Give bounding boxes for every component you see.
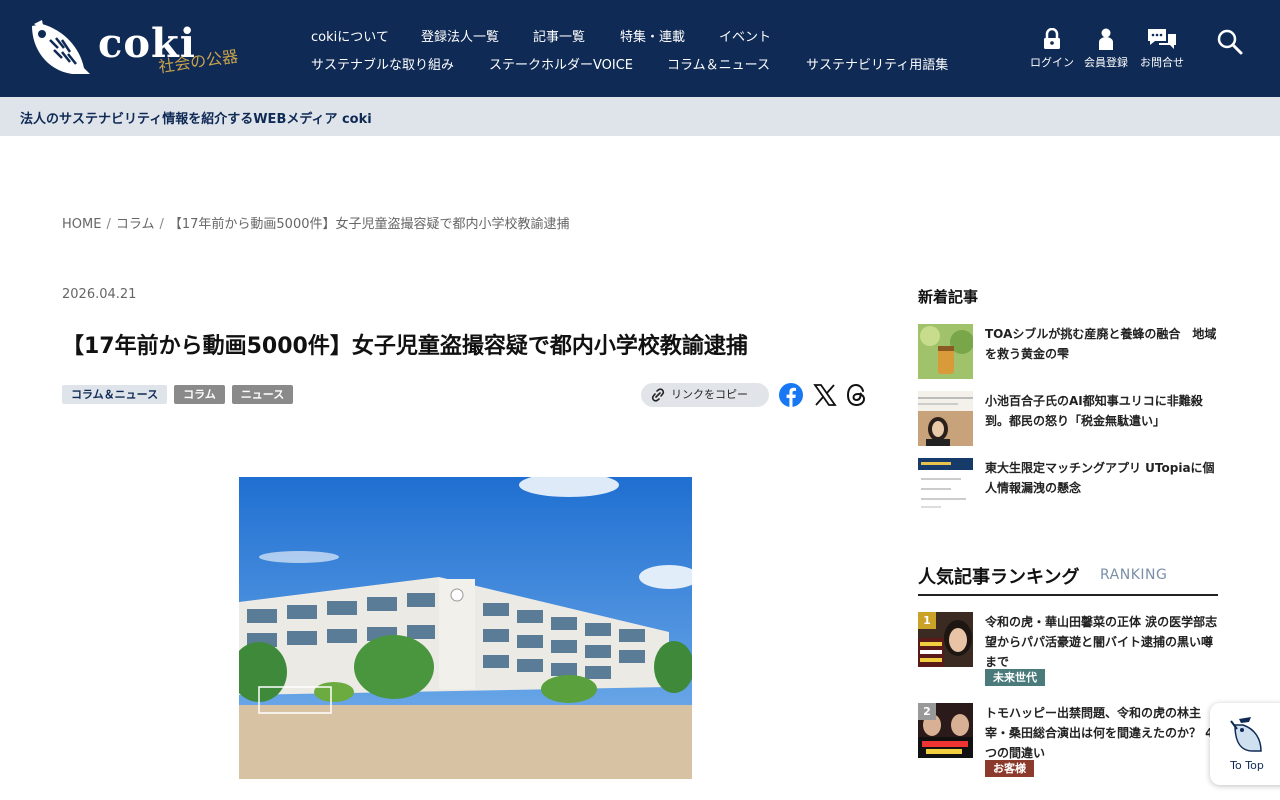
article-date: 2026.04.21: [62, 287, 137, 302]
nav-about[interactable]: cokiについて: [311, 26, 389, 45]
site-header: coki 社会の公器 cokiについて 登録法人一覧 記事一覧 特集・連載 イベ…: [0, 0, 1280, 97]
nav-stakeholder[interactable]: ステークホルダーVOICE: [489, 54, 633, 73]
new-articles-heading: 新着記事: [918, 288, 979, 306]
breadcrumb-separator: /: [159, 217, 164, 232]
category-badge[interactable]: お客様: [985, 760, 1034, 777]
copy-link-button[interactable]: リンクをコピー: [641, 383, 769, 407]
site-tagline: 法人のサステナビリティ情報を紹介するWEBメディア coki: [20, 112, 372, 127]
lock-icon: [1044, 28, 1060, 49]
tag-column-news[interactable]: コラム＆ニュース: [62, 385, 168, 404]
school-building-image: [239, 477, 692, 779]
nav-features[interactable]: 特集・連載: [620, 26, 685, 45]
breadcrumb-current: 【17年前から動画5000件】女子児童盗撮容疑で都内小学校教諭逮捕: [168, 217, 570, 232]
article-hero-image: [239, 477, 692, 779]
tag-news[interactable]: ニュース: [231, 385, 294, 404]
facebook-icon[interactable]: [779, 383, 803, 407]
new-article-title: TOAシブルが挑む産廃と養蜂の融合 地域を救う黄金の雫: [985, 327, 1217, 361]
contact-button[interactable]: お問合せ: [1132, 28, 1192, 70]
login-button[interactable]: ログイン: [1022, 28, 1082, 70]
breadcrumb: HOME / コラム / 【17年前から動画5000件】女子児童盗撮容疑で都内小学校教諭…: [62, 213, 570, 232]
threads-icon[interactable]: [845, 383, 869, 407]
new-article-title: 小池百合子氏のAI都知事ユリコに非難殺到。都民の怒り「税金無駄遣い」: [985, 394, 1203, 428]
owl-logo-icon: [32, 20, 90, 74]
x-icon[interactable]: [813, 383, 837, 407]
new-article-title: 東大生限定マッチングアプリ UTopiaに個人情報漏洩の懸念: [985, 461, 1215, 495]
user-icon: [1099, 28, 1113, 50]
search-icon: [1217, 29, 1243, 55]
article-tags: コラム＆ニュース コラム ニュース: [62, 383, 300, 404]
ranking-title: 人気記事ランキング: [918, 567, 1080, 588]
article-title: 【17年前から動画5000件】女子児童盗撮容疑で都内小学校教諭逮捕: [62, 334, 748, 359]
breadcrumb-column[interactable]: コラム: [116, 217, 155, 232]
nav-sustainable[interactable]: サステナブルな取り組み: [311, 54, 454, 73]
tagline-bar: 法人のサステナビリティ情報を紹介するWEBメディア coki: [0, 97, 1280, 136]
register-label: 会員登録: [1084, 56, 1128, 69]
ranking-article-title: トモハッピー出禁問題、令和の虎の林主宰・桑田総合演出は何を間違えたのか？ 4つの…: [985, 706, 1214, 760]
new-article-item[interactable]: 東大生限定マッチングアプリ UTopiaに個人情報漏洩の懸念: [918, 458, 1218, 514]
nav-row-2: サステナブルな取り組み ステークホルダーVOICE コラム＆ニュース サステナビ…: [311, 52, 991, 80]
article-thumbnail: [918, 458, 973, 513]
nav-articles[interactable]: 記事一覧: [533, 26, 585, 45]
article-thumbnail: [918, 391, 973, 446]
main-nav: cokiについて 登録法人一覧 記事一覧 特集・連載 イベント サステナブルな取…: [311, 24, 991, 80]
ranking-heading: 人気記事ランキング RANKING: [918, 561, 1218, 596]
new-article-item[interactable]: 小池百合子氏のAI都知事ユリコに非難殺到。都民の怒り「税金無駄遣い」: [918, 391, 1218, 447]
breadcrumb-separator: /: [106, 217, 111, 232]
link-icon: [651, 388, 665, 402]
category-badge[interactable]: 未来世代: [985, 669, 1045, 686]
app-screenshot-image: [918, 458, 973, 513]
nav-glossary[interactable]: サステナビリティ用語集: [806, 54, 948, 73]
rank-number: 2: [918, 703, 936, 720]
to-top-label: To Top: [1230, 759, 1264, 772]
honey-jar-image: [918, 324, 973, 379]
rank-number: 1: [918, 612, 936, 629]
contact-label: お問合せ: [1140, 56, 1184, 69]
search-button[interactable]: [1216, 28, 1244, 56]
owl-mascot-icon: [1230, 717, 1262, 752]
article-thumbnail: [918, 324, 973, 379]
copy-link-label: リンクをコピー: [671, 388, 748, 401]
nav-companies[interactable]: 登録法人一覧: [421, 26, 499, 45]
ranking-item[interactable]: 1 令和の虎・華山田馨菜の正体 涙の医学部志望からパパ活豪遊と闇バイト逮捕の黒い…: [918, 612, 1218, 692]
new-article-item[interactable]: TOAシブルが挑む産廃と養蜂の融合 地域を救う黄金の雫: [918, 324, 1218, 380]
nav-column-news[interactable]: コラム＆ニュース: [667, 54, 770, 73]
breadcrumb-home[interactable]: HOME: [62, 217, 101, 232]
to-top-button[interactable]: To Top: [1210, 703, 1280, 785]
ranking-item[interactable]: 2 トモハッピー出禁問題、令和の虎の林主宰・桑田総合演出は何を間違えたのか？ 4…: [918, 703, 1218, 783]
nav-row-1: cokiについて 登録法人一覧 記事一覧 特集・連載 イベント: [311, 24, 991, 52]
register-button[interactable]: 会員登録: [1076, 28, 1136, 70]
nav-events[interactable]: イベント: [719, 26, 771, 45]
login-label: ログイン: [1030, 56, 1074, 69]
chat-icon: [1148, 29, 1176, 49]
ranking-subtitle: RANKING: [1100, 567, 1168, 583]
site-logo[interactable]: coki 社会の公器: [28, 18, 239, 80]
tag-column[interactable]: コラム: [174, 385, 225, 404]
ranking-article-title: 令和の虎・華山田馨菜の正体 涙の医学部志望からパパ活豪遊と闇バイト逮捕の黒い噂ま…: [985, 615, 1218, 669]
person-portrait-image: [918, 391, 973, 446]
